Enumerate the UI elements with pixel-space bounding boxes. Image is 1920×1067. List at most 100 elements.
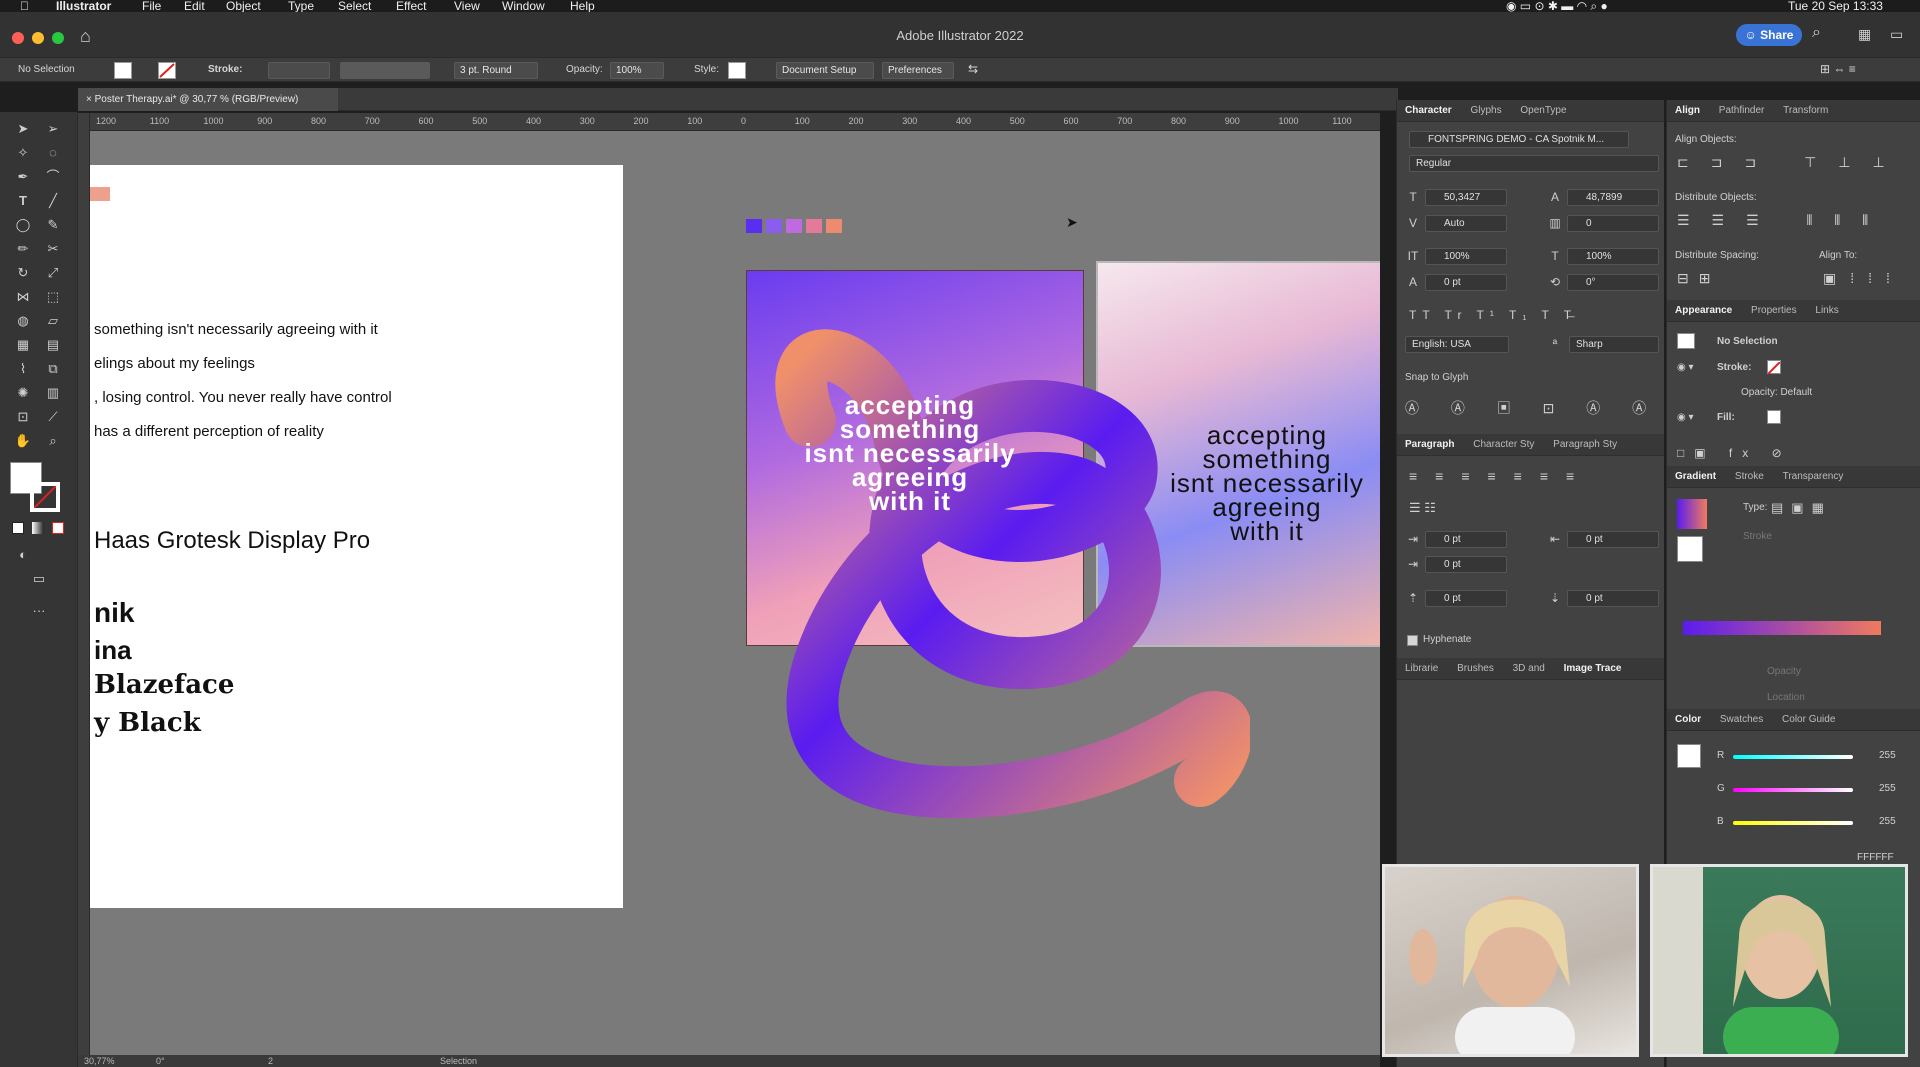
menu-effect[interactable]: Effect: [396, 0, 426, 12]
variable-width-dropdown[interactable]: [340, 62, 430, 79]
vertical-scale-field[interactable]: 100%: [1425, 248, 1507, 265]
tab-swatches[interactable]: Swatches: [1712, 709, 1771, 731]
document-setup-button[interactable]: Document Setup: [776, 62, 874, 79]
tab-libraries[interactable]: Librarie: [1397, 658, 1446, 680]
zoom-tool-icon[interactable]: ⌕: [44, 432, 62, 450]
preferences-button[interactable]: Preferences: [882, 62, 954, 79]
baseline-field[interactable]: 0 pt: [1425, 274, 1507, 291]
b-slider[interactable]: [1733, 821, 1853, 825]
stroke-swatch[interactable]: [158, 62, 176, 79]
left-indent-field[interactable]: 0 pt: [1425, 531, 1507, 548]
tab-gradient[interactable]: Gradient: [1667, 466, 1724, 488]
ellipse-tool-icon[interactable]: ◯: [14, 216, 32, 234]
tab-transparency[interactable]: Transparency: [1775, 466, 1852, 488]
fill-visibility-icon[interactable]: ◉ ▾: [1677, 412, 1694, 423]
b-value[interactable]: 255: [1879, 816, 1896, 827]
tab-3d[interactable]: 3D and: [1505, 658, 1553, 680]
search-icon[interactable]: ⌕: [1812, 24, 1821, 42]
3d-knot-shape[interactable]: [730, 281, 1250, 941]
text-case-icons[interactable]: TT Tr T¹ T₁ T T̶: [1409, 308, 1577, 322]
symbol-sprayer-icon[interactable]: ✺: [14, 384, 32, 402]
tab-links[interactable]: Links: [1807, 300, 1846, 322]
antialias-dropdown[interactable]: Sharp: [1569, 336, 1659, 353]
align-object-buttons[interactable]: ⊏⊐⊐ ⊤⊥⊥: [1677, 154, 1907, 171]
zoom-level[interactable]: 30,77%: [84, 1055, 115, 1067]
font-family-field[interactable]: FONTSPRING DEMO - CA Spotnik M...: [1409, 131, 1629, 148]
hand-tool-icon[interactable]: ✋: [14, 432, 32, 450]
tab-properties[interactable]: Properties: [1743, 300, 1805, 322]
visibility-eye-icon[interactable]: ◉ ▾: [1677, 362, 1694, 373]
menu-window[interactable]: Window: [502, 0, 545, 12]
artboard-type-specimen[interactable]: something isn't necessarily agreeing wit…: [90, 165, 623, 908]
menu-help[interactable]: Help: [570, 0, 595, 12]
menu-type[interactable]: Type: [288, 0, 314, 12]
tab-character-styles[interactable]: Character Sty: [1465, 434, 1542, 456]
video-participant-1[interactable]: [1382, 864, 1639, 1057]
eyedropper-icon[interactable]: ⌇: [14, 360, 32, 378]
tab-transform[interactable]: Transform: [1775, 100, 1836, 122]
r-slider[interactable]: [1733, 755, 1853, 759]
align-to-buttons[interactable]: ▣⁞⁞⁞: [1823, 270, 1904, 287]
space-before-field[interactable]: 0 pt: [1425, 590, 1507, 607]
char-rotation-field[interactable]: 0°: [1567, 274, 1659, 291]
tab-opentype[interactable]: OpenType: [1512, 100, 1574, 122]
distribute-spacing-buttons[interactable]: ⊟⊞: [1677, 270, 1720, 287]
distribute-object-buttons[interactable]: ☰☰☰ ⫴⫴⫴: [1677, 212, 1890, 229]
first-line-indent-field[interactable]: 0 pt: [1425, 556, 1507, 573]
more-tools-icon[interactable]: ···: [30, 602, 48, 620]
menu-app[interactable]: Illustrator: [56, 0, 111, 12]
color-fill-stroke[interactable]: [1677, 744, 1701, 768]
tab-glyphs[interactable]: Glyphs: [1462, 100, 1509, 122]
width-tool-icon[interactable]: ⋈: [14, 288, 32, 306]
panel-toggle-icon[interactable]: ▭: [1890, 26, 1903, 43]
opacity-field[interactable]: 100%: [610, 62, 664, 79]
brush-dropdown[interactable]: 3 pt. Round: [454, 62, 538, 79]
document-tab[interactable]: × Poster Therapy.ai* @ 30,77 % (RGB/Prev…: [78, 88, 338, 111]
slice-tool-icon[interactable]: ⟋: [44, 408, 62, 426]
horizontal-scale-field[interactable]: 100%: [1567, 248, 1659, 265]
tab-align[interactable]: Align: [1667, 100, 1708, 122]
scale-tool-icon[interactable]: ⤢: [44, 264, 62, 282]
perspective-icon[interactable]: ▱: [44, 312, 62, 330]
menu-view[interactable]: View: [454, 0, 480, 12]
menu-edit[interactable]: Edit: [184, 0, 205, 12]
appearance-stroke-swatch[interactable]: [1767, 360, 1781, 375]
tab-appearance[interactable]: Appearance: [1667, 300, 1740, 322]
curvature-tool-icon[interactable]: ⌒: [44, 168, 62, 186]
line-tool-icon[interactable]: ╱: [44, 192, 62, 210]
language-dropdown[interactable]: English: USA: [1405, 336, 1509, 353]
artboard-number[interactable]: 2: [268, 1055, 273, 1067]
tab-pathfinder[interactable]: Pathfinder: [1711, 100, 1773, 122]
r-value[interactable]: 255: [1879, 750, 1896, 761]
right-indent-field[interactable]: 0 pt: [1567, 531, 1659, 548]
bullets-icon[interactable]: ☰ ☷: [1409, 500, 1436, 516]
mesh-tool-icon[interactable]: ▦: [14, 336, 32, 354]
pencil-tool-icon[interactable]: ✏: [14, 240, 32, 258]
menu-file[interactable]: File: [142, 0, 161, 12]
fill-swatch[interactable]: [114, 62, 132, 79]
free-transform-icon[interactable]: ⬚: [44, 288, 62, 306]
apple-icon[interactable]: : [20, 0, 29, 12]
gradient-type-buttons[interactable]: ▤▣▦: [1771, 500, 1832, 516]
kerning-field[interactable]: Auto: [1425, 215, 1507, 232]
gradient-fill-stroke[interactable]: [1677, 536, 1703, 562]
paragraph-align-buttons[interactable]: ≡≡≡≡≡≡≡: [1409, 468, 1592, 484]
appearance-fill-swatch[interactable]: [1767, 410, 1781, 424]
tracking-field[interactable]: 0: [1567, 215, 1659, 232]
brush-tool-icon[interactable]: ✎: [44, 216, 62, 234]
tab-paragraph-styles[interactable]: Paragraph Sty: [1545, 434, 1625, 456]
type-tool-icon[interactable]: T: [14, 192, 32, 210]
screen-mode-icon[interactable]: ▭: [30, 570, 48, 588]
rotation-value[interactable]: 0°: [156, 1055, 165, 1067]
tab-image-trace[interactable]: Image Trace: [1556, 658, 1630, 680]
appearance-footer-icons[interactable]: □▣ fx ⊘: [1677, 446, 1792, 460]
tab-color[interactable]: Color: [1667, 709, 1709, 731]
g-value[interactable]: 255: [1879, 783, 1896, 794]
draw-mode-icon[interactable]: ◐: [14, 546, 32, 564]
gradient-mode-icon[interactable]: [32, 522, 44, 534]
tab-brushes[interactable]: Brushes: [1449, 658, 1502, 680]
graph-tool-icon[interactable]: ▥: [44, 384, 62, 402]
leading-field[interactable]: 48,7899: [1567, 189, 1659, 206]
canvas[interactable]: something isn't necessarily agreeing wit…: [90, 131, 1380, 1058]
share-button[interactable]: ☺ Share: [1736, 24, 1802, 46]
